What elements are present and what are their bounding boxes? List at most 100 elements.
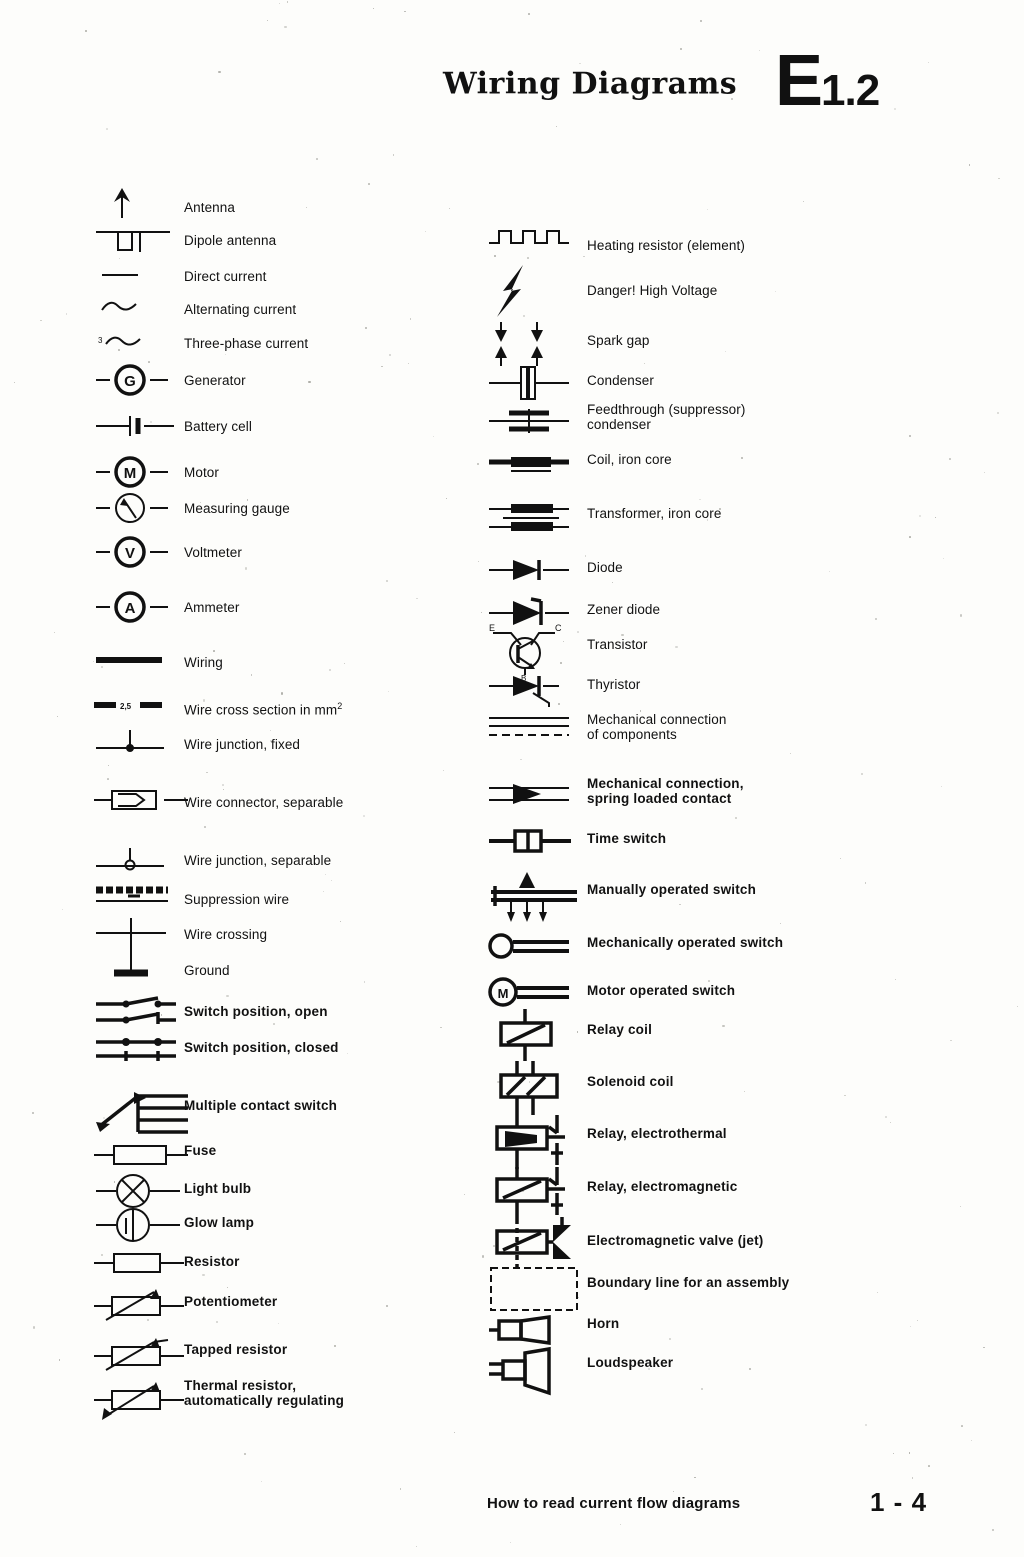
symbol-label: Feedthrough (suppressor) condenser — [587, 402, 746, 432]
symbol-label: Danger! High Voltage — [587, 283, 718, 298]
symbol-label: Suppression wire — [184, 892, 290, 907]
symbol-label: Thyristor — [587, 677, 641, 692]
section-code-letter: E — [775, 41, 823, 122]
page-header: Wiring Diagrams E1.2 — [0, 34, 1024, 117]
symbol-label: Condenser — [587, 373, 654, 388]
ammeter-icon: A — [92, 591, 182, 623]
thermal-resistor-icon — [92, 1378, 192, 1420]
fuse-icon — [92, 1142, 192, 1168]
symbol-label: Ammeter — [184, 600, 240, 615]
symbol-label: Voltmeter — [184, 545, 242, 560]
symbol-label: Potentiometer — [184, 1294, 278, 1309]
symbol-label: Wire junction, separable — [184, 853, 332, 868]
battery-cell-icon — [92, 414, 182, 438]
svg-text:E: E — [489, 623, 495, 633]
page-title: Wiring Diagrams — [443, 66, 738, 102]
symbol-label: Glow lamp — [184, 1215, 255, 1230]
symbol-label: Tapped resistor — [184, 1342, 288, 1357]
boundary-line-icon — [487, 1265, 587, 1313]
symbol-label: Horn — [587, 1316, 620, 1331]
symbol-label: Mechanical connection, spring loaded con… — [587, 776, 744, 806]
section-code: E1.2 — [775, 45, 880, 117]
symbol-label: Zener diode — [587, 602, 661, 617]
superscript: 2 — [337, 701, 343, 711]
symbol-label: Antenna — [184, 200, 235, 215]
transformer-iron-core-icon — [487, 501, 577, 537]
symbol-label: Three-phase current — [184, 336, 309, 351]
symbol-label: Time switch — [587, 831, 667, 846]
motor-icon: M — [92, 456, 182, 488]
potentiometer-icon — [92, 1286, 192, 1322]
mechanically-operated-switch-icon — [487, 933, 577, 959]
danger-high-voltage-icon — [487, 263, 557, 319]
symbol-label: Thermal resistor, automatically regulati… — [184, 1378, 345, 1408]
section-code-number: 1.2 — [821, 66, 880, 116]
symbol-label: Diode — [587, 560, 623, 575]
relay-electrothermal-icon — [487, 1113, 577, 1171]
symbol-label: Wire crossing — [184, 927, 268, 942]
svg-text:G: G — [124, 373, 136, 390]
symbol-label: Switch position, open — [184, 1004, 328, 1019]
symbol-label: Relay, electromagnetic — [587, 1179, 738, 1194]
wire-junction-separable-icon — [92, 844, 182, 872]
symbol-label: Generator — [184, 373, 246, 388]
suppression-wire-icon — [92, 884, 192, 908]
switch-open-icon — [92, 994, 192, 1028]
symbol-label: Loudspeaker — [587, 1355, 674, 1370]
resistor-icon — [92, 1250, 192, 1276]
symbol-label: Motor operated switch — [587, 983, 736, 998]
condenser-icon — [487, 365, 577, 401]
three-phase-current-icon: 3 — [92, 331, 172, 351]
svg-text:M: M — [498, 986, 509, 1001]
coil-iron-core-icon — [487, 453, 577, 475]
symbol-label: Resistor — [184, 1254, 240, 1269]
symbol-label: Wire connector, separable — [184, 795, 344, 810]
voltmeter-icon: V — [92, 536, 182, 568]
wire-crossing-icon — [92, 916, 182, 950]
symbol-label: Boundary line for an assembly — [587, 1275, 790, 1290]
glow-lamp-icon — [92, 1208, 192, 1242]
wiring-icon — [92, 654, 182, 666]
svg-text:2,5: 2,5 — [120, 702, 132, 711]
motor-operated-switch-icon: M — [487, 977, 577, 1007]
alternating-current-icon — [92, 298, 172, 316]
svg-text:M: M — [124, 465, 137, 482]
footer-page-number: 1 - 4 — [870, 1487, 928, 1517]
feedthrough-condenser-icon — [487, 405, 577, 437]
wire-cross-section-icon: 2,5 — [92, 698, 182, 712]
mechanical-connection-icon — [487, 713, 577, 739]
symbol-label: Dipole antenna — [184, 233, 277, 248]
light-bulb-icon — [92, 1174, 192, 1208]
relay-electromagnetic-icon — [487, 1165, 577, 1221]
loudspeaker-icon — [487, 1346, 577, 1396]
footer-caption: How to read current flow diagrams — [487, 1495, 741, 1512]
symbol-label: Light bulb — [184, 1181, 252, 1196]
symbol-label: Wire cross section in mm2 — [184, 701, 343, 718]
horn-icon — [487, 1314, 577, 1346]
symbol-label: Relay coil — [587, 1022, 653, 1037]
symbol-label: Manually operated switch — [587, 882, 757, 897]
wire-connector-separable-icon — [92, 786, 192, 814]
symbol-label: Switch position, closed — [184, 1040, 339, 1055]
wire-junction-fixed-icon — [92, 728, 182, 756]
svg-text:C: C — [555, 623, 562, 633]
symbol-label: Mechanically operated switch — [587, 935, 784, 950]
symbol-label: Ground — [184, 963, 230, 978]
symbol-label: Direct current — [184, 269, 267, 284]
symbol-label: Relay, electrothermal — [587, 1126, 727, 1141]
thyristor-icon — [487, 673, 577, 707]
diode-icon — [487, 557, 577, 583]
time-switch-icon — [487, 827, 577, 855]
ground-icon — [92, 946, 182, 980]
solenoid-coil-icon — [487, 1059, 577, 1117]
symbol-label: Wire junction, fixed — [184, 737, 301, 752]
measuring-gauge-icon — [92, 492, 182, 524]
direct-current-icon — [92, 268, 172, 282]
svg-text:3: 3 — [98, 336, 103, 345]
spring-loaded-contact-icon — [487, 783, 577, 805]
symbol-label: Multiple contact switch — [184, 1098, 338, 1113]
symbol-label: Mechanical connection of components — [587, 712, 727, 742]
heating-resistor-icon — [487, 225, 577, 251]
symbol-label: Transformer, iron core — [587, 506, 722, 521]
symbol-label: Alternating current — [184, 302, 297, 317]
